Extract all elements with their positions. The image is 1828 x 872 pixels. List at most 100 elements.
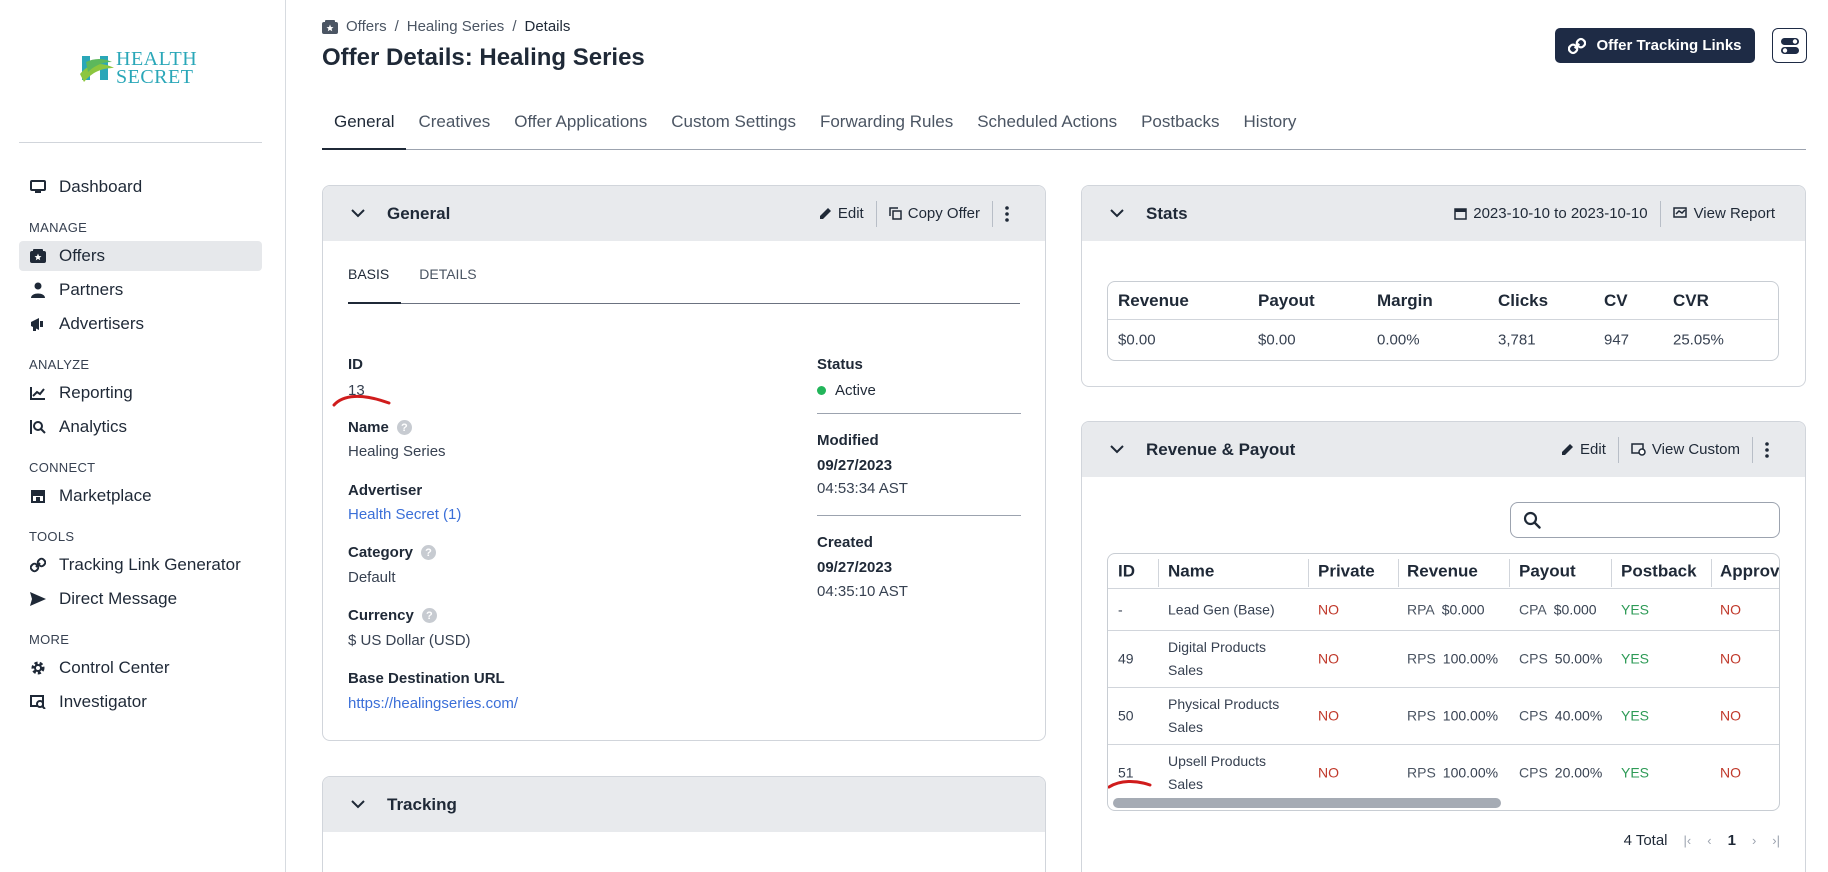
tab-general[interactable]: General: [322, 105, 407, 150]
stats-card-actions: 2023-10-10 to 2023-10-10 View Report: [1442, 186, 1787, 241]
search-card-icon: [29, 693, 47, 711]
row-private: NO: [1318, 707, 1339, 724]
sidebar-item-investigator[interactable]: Investigator: [19, 687, 262, 717]
edit-button[interactable]: Edit: [807, 200, 876, 228]
chevron-down-icon[interactable]: [1110, 445, 1124, 454]
advertiser-link[interactable]: Health Secret (1): [348, 506, 461, 523]
copy-icon: [888, 207, 902, 220]
sidebar-item-direct-message[interactable]: Direct Message: [19, 584, 262, 614]
annotation-underline: [332, 395, 391, 407]
sidebar-item-marketplace[interactable]: Marketplace: [19, 481, 262, 511]
subtab-details[interactable]: DETAILS: [407, 266, 488, 304]
sidebar-item-offers[interactable]: Offers: [19, 241, 262, 271]
last-page-icon[interactable]: ›|: [1772, 833, 1780, 848]
sidebar-item-analytics[interactable]: Analytics: [19, 412, 262, 442]
offer-tracking-links-label: Offer Tracking Links: [1596, 37, 1742, 54]
subtab-basis[interactable]: BASIS: [348, 266, 402, 304]
sidebar-item-dashboard[interactable]: Dashboard: [19, 172, 262, 202]
more-options-button[interactable]: [993, 200, 1027, 228]
row-postback: YES: [1621, 707, 1650, 724]
status-dot-icon: [817, 386, 826, 395]
next-page-icon[interactable]: ›: [1752, 833, 1756, 848]
help-icon[interactable]: ?: [421, 545, 437, 560]
help-icon[interactable]: ?: [396, 420, 412, 435]
date-range-button[interactable]: 2023-10-10 to 2023-10-10: [1442, 200, 1659, 228]
offer-tabs: General Creatives Offer Applications Cus…: [322, 105, 1806, 150]
horizontal-scrollbar[interactable]: [1113, 798, 1501, 808]
report-icon: [1672, 207, 1687, 218]
view-custom-button[interactable]: View Custom: [1619, 436, 1752, 464]
help-icon[interactable]: ?: [421, 608, 437, 623]
kebab-icon: [1005, 205, 1009, 222]
row-revenue: 100.00%: [1442, 707, 1499, 724]
section-connect: CONNECT: [29, 460, 96, 475]
sidebar-item-reporting[interactable]: Reporting: [19, 378, 262, 408]
calendar-icon: [1454, 208, 1467, 220]
prev-page-icon[interactable]: ‹: [1707, 833, 1711, 848]
table-header-row: ID Name Private Revenue Payout Postback …: [1108, 554, 1779, 589]
breadcrumb-offers[interactable]: Offers: [346, 18, 387, 35]
tab-history[interactable]: History: [1232, 105, 1309, 150]
row-revenue: 100.00%: [1442, 650, 1499, 667]
tab-offer-applications[interactable]: Offer Applications: [502, 105, 659, 150]
sidebar-item-label: Investigator: [59, 692, 147, 711]
send-icon: [29, 590, 47, 608]
category-label: Category?: [348, 544, 437, 561]
row-payout: 20.00%: [1554, 764, 1603, 781]
chevron-down-icon[interactable]: [1110, 209, 1124, 218]
divider: [817, 413, 1021, 414]
page-number[interactable]: 1: [1728, 832, 1736, 849]
header-postback: Postback: [1621, 561, 1697, 581]
first-page-icon[interactable]: |‹: [1684, 833, 1692, 848]
row-approve: NO: [1720, 764, 1741, 781]
tab-scheduled-actions[interactable]: Scheduled Actions: [965, 105, 1129, 150]
copy-offer-button[interactable]: Copy Offer: [877, 200, 992, 228]
revenue-card-header: Revenue & Payout Edit View Custom: [1082, 422, 1805, 477]
table-row[interactable]: 51 Upsell Products Sales NO RPS 100.00% C…: [1108, 745, 1779, 801]
advertiser-label: Advertiser: [348, 482, 423, 499]
created-label: Created: [817, 534, 873, 551]
tab-custom-settings[interactable]: Custom Settings: [659, 105, 808, 150]
stats-header-cv: CV: [1604, 290, 1628, 310]
chevron-down-icon[interactable]: [351, 209, 365, 218]
link-icon: [1568, 37, 1587, 54]
table-row[interactable]: 50 Physical Products Sales NO RPS 100.00%…: [1108, 688, 1779, 745]
stats-cv: 947: [1604, 331, 1630, 349]
copy-offer-label: Copy Offer: [907, 205, 980, 222]
more-options-button[interactable]: [1753, 436, 1787, 464]
category-value: Default: [348, 569, 396, 586]
stats-table: Revenue Payout Margin Clicks CV CVR $0.0…: [1107, 281, 1779, 361]
tab-postbacks[interactable]: Postbacks: [1129, 105, 1231, 150]
chevron-down-icon[interactable]: [351, 800, 365, 809]
stats-header-revenue: Revenue: [1118, 290, 1189, 310]
table-row[interactable]: 49 Digital Products Sales NO RPS 100.00% …: [1108, 631, 1779, 688]
tab-creatives[interactable]: Creatives: [406, 105, 502, 150]
stats-row: $0.00 $0.00 0.00% 3,781 947 25.05%: [1108, 320, 1778, 360]
sidebar-item-partners[interactable]: Partners: [19, 275, 262, 305]
view-report-button[interactable]: View Report: [1661, 200, 1787, 228]
base-url-link[interactable]: https://healingseries.com/: [348, 695, 518, 712]
tab-forwarding-rules[interactable]: Forwarding Rules: [808, 105, 965, 150]
sidebar-item-tracking-link-generator[interactable]: Tracking Link Generator: [19, 550, 262, 580]
pagination: 4 Total |‹ ‹ 1 › ›|: [1624, 832, 1780, 849]
header-revenue: Revenue: [1407, 561, 1478, 581]
table-row[interactable]: - Lead Gen (Base) NO RPA $0.000 CPA $0.000…: [1108, 589, 1779, 631]
sidebar-item-label: Partners: [59, 280, 124, 299]
logo-text: HEALTH SECRET: [116, 49, 197, 87]
sidebar-item-advertisers[interactable]: Advertisers: [19, 309, 262, 339]
logo[interactable]: HEALTH SECRET: [80, 48, 197, 88]
row-id: 50: [1118, 707, 1134, 724]
edit-button[interactable]: Edit: [1549, 436, 1618, 464]
search-input[interactable]: [1510, 502, 1780, 538]
divider: [1158, 559, 1159, 587]
offer-tracking-links-button[interactable]: Offer Tracking Links: [1555, 28, 1755, 63]
stats-header-margin: Margin: [1377, 290, 1433, 310]
toggle-panel-button[interactable]: [1772, 28, 1807, 63]
general-card-actions: Edit Copy Offer: [807, 186, 1027, 241]
breadcrumb-current: Details: [524, 18, 571, 35]
sidebar-nav: Dashboard MANAGE Offers Partners Adverti…: [19, 172, 262, 721]
breadcrumb-offer[interactable]: Healing Series: [407, 18, 505, 35]
sidebar-item-control-center[interactable]: Control Center: [19, 653, 262, 683]
edit-label: Edit: [837, 205, 864, 222]
stats-cvr: 25.05%: [1673, 331, 1724, 349]
